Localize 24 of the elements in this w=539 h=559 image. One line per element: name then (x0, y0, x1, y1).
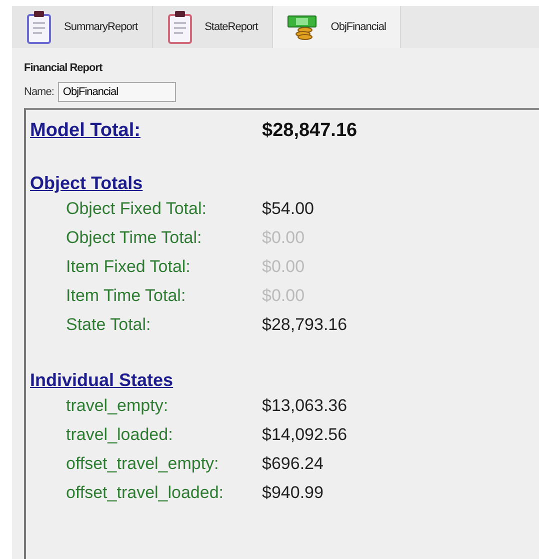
row-value: $13,063.36 (262, 396, 348, 416)
row-value: $14,092.56 (262, 424, 348, 444)
money-icon (286, 14, 319, 40)
name-label: Name: (24, 86, 54, 98)
row-label: Item Fixed Total: (65, 256, 192, 276)
row-value: $940.99 (262, 482, 324, 502)
section-heading: Individual States (30, 370, 174, 391)
row-label: Item Time Total: (65, 286, 187, 306)
report-heading: Model Total: (30, 120, 142, 142)
row-label: Object Fixed Total: (65, 198, 208, 218)
row-label: State Total: (65, 314, 152, 334)
tab[interactable]: ObjFinancial (272, 6, 401, 48)
name-field[interactable]: ObjFinancial (58, 82, 176, 102)
row-value: $28,793.16 (262, 314, 348, 334)
panel-title: Financial Report (24, 62, 104, 74)
section-heading: Object Totals (30, 173, 144, 194)
row-value: $54.00 (262, 198, 314, 218)
row-label: offset_travel_empty: (65, 454, 220, 474)
row-value: $696.24 (262, 454, 324, 474)
total-value: $28,847.16 (262, 120, 358, 142)
row-label: offset_travel_loaded: (65, 482, 225, 502)
row-label: travel_loaded: (65, 424, 174, 444)
row-label: travel_empty: (65, 396, 170, 416)
row-label: Object Time Total: (65, 228, 203, 248)
